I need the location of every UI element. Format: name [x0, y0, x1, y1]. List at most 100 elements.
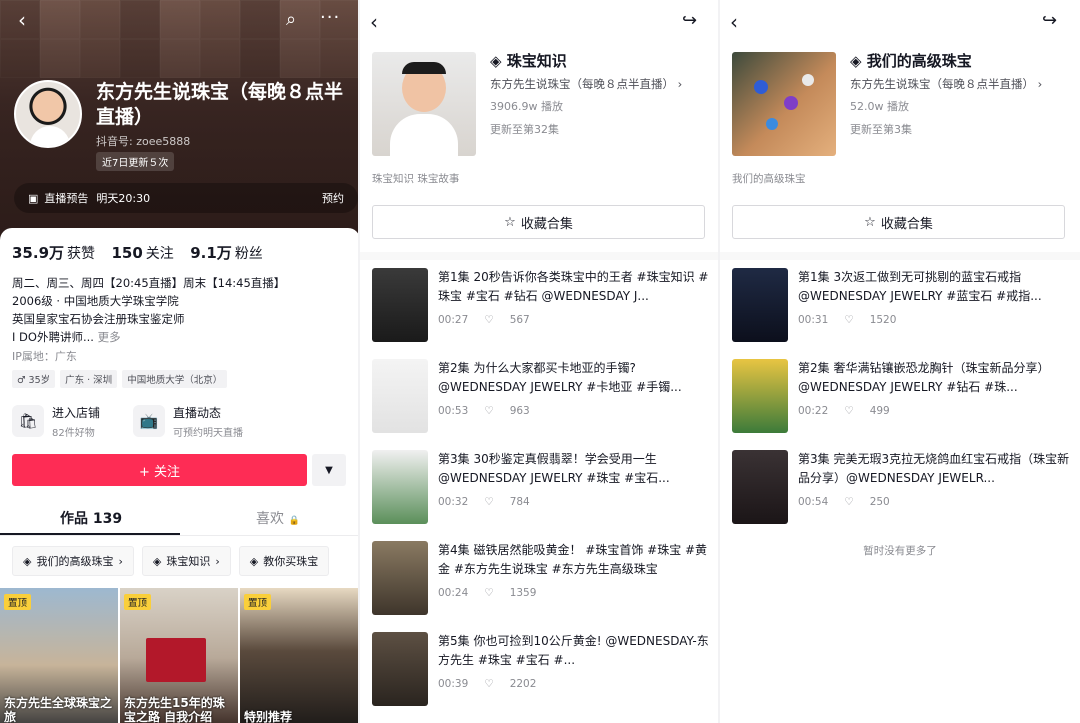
episode-item[interactable]: 第3集 完美无瑕3克拉无烧鸽血红宝石戒指（珠宝新品分享）@WEDNESDAY J…: [732, 450, 1072, 526]
likes-count: 35.9万: [12, 244, 65, 262]
tab-works[interactable]: 作品 139: [60, 508, 122, 528]
collection-knowledge-panel: ‹ ↪ ◈ 珠宝知识 东方先生说珠宝（每晚８点半直播） › 3906.9w 播放…: [360, 0, 720, 723]
pinned-badge: 置顶: [4, 594, 32, 610]
video-thumbnail[interactable]: 置顶 东方先生全球珠宝之旅: [0, 588, 118, 723]
episode-duration: 00:22: [798, 405, 829, 417]
section-separator: [720, 252, 1080, 260]
followers-label[interactable]: 粉丝: [235, 246, 263, 262]
save-collection-button[interactable]: ☆ 收藏合集: [732, 205, 1065, 239]
collection-chip-knowledge[interactable]: ◈ 珠宝知识 ›: [141, 546, 231, 576]
back-icon[interactable]: ‹: [18, 10, 26, 30]
live-feed-entry[interactable]: 📺 直播动态 可预约明天直播: [133, 400, 243, 442]
reserve-button[interactable]: 预约: [322, 190, 344, 206]
episode-item[interactable]: 第1集 20秒告诉你各类珠宝中的王者 #珠宝知识 #珠宝 #宝石 #钻石 @WE…: [372, 268, 712, 344]
heart-icon: ♡: [844, 314, 854, 326]
heart-icon: ♡: [484, 678, 494, 690]
back-icon[interactable]: ‹: [370, 10, 378, 34]
follow-button[interactable]: + 关注: [12, 454, 307, 486]
episode-likes: 784: [509, 496, 530, 508]
video-thumbnail[interactable]: 置顶 特别推荐: [240, 588, 358, 723]
episode-title: 第5集 你也可捡到10公斤黄金! @WEDNESDAY-东方先生 #珠宝 #宝石…: [438, 634, 709, 667]
tab-likes-label: 喜欢: [256, 511, 284, 527]
collection-author[interactable]: 东方先生说珠宝（每晚８点半直播） ›: [490, 76, 682, 92]
collection-chip-label: 教你买珠宝: [263, 555, 319, 568]
episode-meta: 00:27 ♡ 567: [438, 314, 546, 326]
episode-title: 第1集 3次返工做到无可挑剔的蓝宝石戒指 @WEDNESDAY JEWELRY …: [798, 270, 1042, 303]
collection-author[interactable]: 东方先生说珠宝（每晚８点半直播） ›: [850, 76, 1042, 92]
episode-item[interactable]: 第2集 为什么大家都买卡地亚的手镯? @WEDNESDAY JEWELRY #卡…: [372, 359, 712, 435]
collection-title-text: 我们的高级珠宝: [866, 52, 972, 70]
chevron-right-icon: ›: [1037, 77, 1043, 91]
more-icon[interactable]: ···: [320, 8, 340, 28]
episode-thumbnail: [372, 632, 428, 706]
episode-meta: 00:54 ♡ 250: [798, 496, 906, 508]
gem-white: [802, 74, 814, 86]
episode-likes: 963: [509, 405, 530, 417]
collection-plays: 52.0w 播放: [850, 100, 909, 113]
episode-title: 第3集 30秒鉴定真假翡翠！学会受用一生 @WEDNESDAY JEWELRY …: [438, 452, 670, 485]
episode-thumbnail: [732, 450, 788, 524]
following-count[interactable]: 150: [111, 244, 142, 262]
tab-likes[interactable]: 喜欢 🔒: [256, 508, 300, 528]
active-tab-indicator: [0, 533, 180, 535]
lock-icon: 🔒: [288, 516, 300, 526]
episode-duration: 00:31: [798, 314, 829, 326]
collection-cover: [372, 52, 476, 156]
back-icon[interactable]: ‹: [730, 10, 738, 34]
store-entry[interactable]: 🛍 进入店铺 82件好物: [12, 400, 100, 442]
collection-update: 更新至第3集: [850, 123, 912, 136]
gem-blue: [754, 80, 768, 94]
search-icon[interactable]: ⌕: [286, 10, 296, 30]
episode-thumbnail: [372, 268, 428, 342]
followers-count[interactable]: 9.1万: [190, 244, 232, 262]
profile-header: ‹ ⌕ ··· 东方先生说珠宝（每晚８点半直播） 抖音号: zoee5888 近…: [0, 0, 360, 250]
gem-purple: [784, 96, 798, 110]
episode-title: 第1集 20秒告诉你各类珠宝中的王者 #珠宝知识 #珠宝 #宝石 #钻石 @WE…: [438, 270, 709, 303]
episode-thumbnail: [732, 268, 788, 342]
save-collection-label: 收藏合集: [520, 216, 573, 232]
stack-icon: ◈: [249, 554, 259, 568]
live-notice-bar[interactable]: ▣ 直播预告 明天20:30 预约: [14, 183, 358, 213]
episode-duration: 00:39: [438, 678, 469, 690]
collection-jewelry-panel: ‹ ↪ ◈ 我们的高级珠宝 东方先生说珠宝（每晚８点半直播） › 52.0w 播…: [720, 0, 1080, 723]
heart-icon: ♡: [844, 496, 854, 508]
episode-item[interactable]: 第5集 你也可捡到10公斤黄金! @WEDNESDAY-东方先生 #珠宝 #宝石…: [372, 632, 712, 708]
share-icon[interactable]: ↪: [682, 10, 697, 31]
episode-item[interactable]: 第1集 3次返工做到无可挑剔的蓝宝石戒指 @WEDNESDAY JEWELRY …: [732, 268, 1072, 344]
episode-meta: 00:39 ♡ 2202: [438, 678, 552, 690]
video-thumbnail[interactable]: 置顶 东方先生15年的珠宝之路 自我介绍: [120, 588, 238, 723]
store-title: 进入店铺: [52, 405, 101, 420]
episode-item[interactable]: 第2集 奢华满钻镶嵌恐龙胸针（珠宝新品分享）@WEDNESDAY JEWELRY…: [732, 359, 1072, 435]
episode-thumbnail: [372, 450, 428, 524]
profile-tabs: 作品 139 喜欢 🔒: [0, 500, 360, 536]
profile-panel: ‹ ⌕ ··· 东方先生说珠宝（每晚８点半直播） 抖音号: zoee5888 近…: [0, 0, 360, 723]
video-caption: 特别推荐: [244, 710, 293, 723]
live-camera-icon: ▣: [28, 191, 39, 205]
collection-chip-label: 珠宝知识: [166, 555, 211, 568]
collection-update: 更新至第32集: [490, 123, 559, 136]
bio-more-link[interactable]: 更多: [98, 330, 121, 344]
episode-meta: 00:31 ♡ 1520: [798, 314, 912, 326]
episode-item[interactable]: 第4集 磁铁居然能吸黄金！ #珠宝首饰 #珠宝 #黄金 #东方先生说珠宝 #东方…: [372, 541, 712, 617]
collection-tags: 我们的高级珠宝: [732, 173, 806, 185]
live-tv-icon: 📺: [133, 405, 165, 437]
share-icon[interactable]: ↪: [1042, 10, 1057, 31]
following-label[interactable]: 关注: [146, 246, 174, 262]
cover-shirt: [390, 114, 458, 156]
collection-chip-buying[interactable]: ◈ 教你买珠宝: [238, 546, 330, 576]
episode-item[interactable]: 第3集 30秒鉴定真假翡翠！学会受用一生 @WEDNESDAY JEWELRY …: [372, 450, 712, 526]
episode-duration: 00:53: [438, 405, 469, 417]
episode-meta: 00:22 ♡ 499: [798, 405, 906, 417]
collection-chip-jewelry[interactable]: ◈ 我们的高级珠宝 ›: [12, 546, 134, 576]
save-collection-button[interactable]: ☆ 收藏合集: [372, 205, 705, 239]
school-tag[interactable]: 中国地质大学（北京）: [122, 370, 228, 388]
avatar[interactable]: [14, 80, 82, 148]
profile-tags: ♂ 35岁 广东 · 深圳 中国地质大学（北京）: [12, 370, 228, 388]
collection-author-name: 东方先生说珠宝（每晚８点半直播）: [490, 77, 674, 91]
location-tag: 广东 · 深圳: [60, 370, 118, 388]
episode-likes: 2202: [509, 678, 537, 690]
follow-dropdown-button[interactable]: ▼: [312, 454, 346, 486]
stack-icon: ◈: [490, 52, 507, 70]
stack-icon: ◈: [23, 554, 32, 568]
star-icon: ☆: [864, 214, 876, 230]
